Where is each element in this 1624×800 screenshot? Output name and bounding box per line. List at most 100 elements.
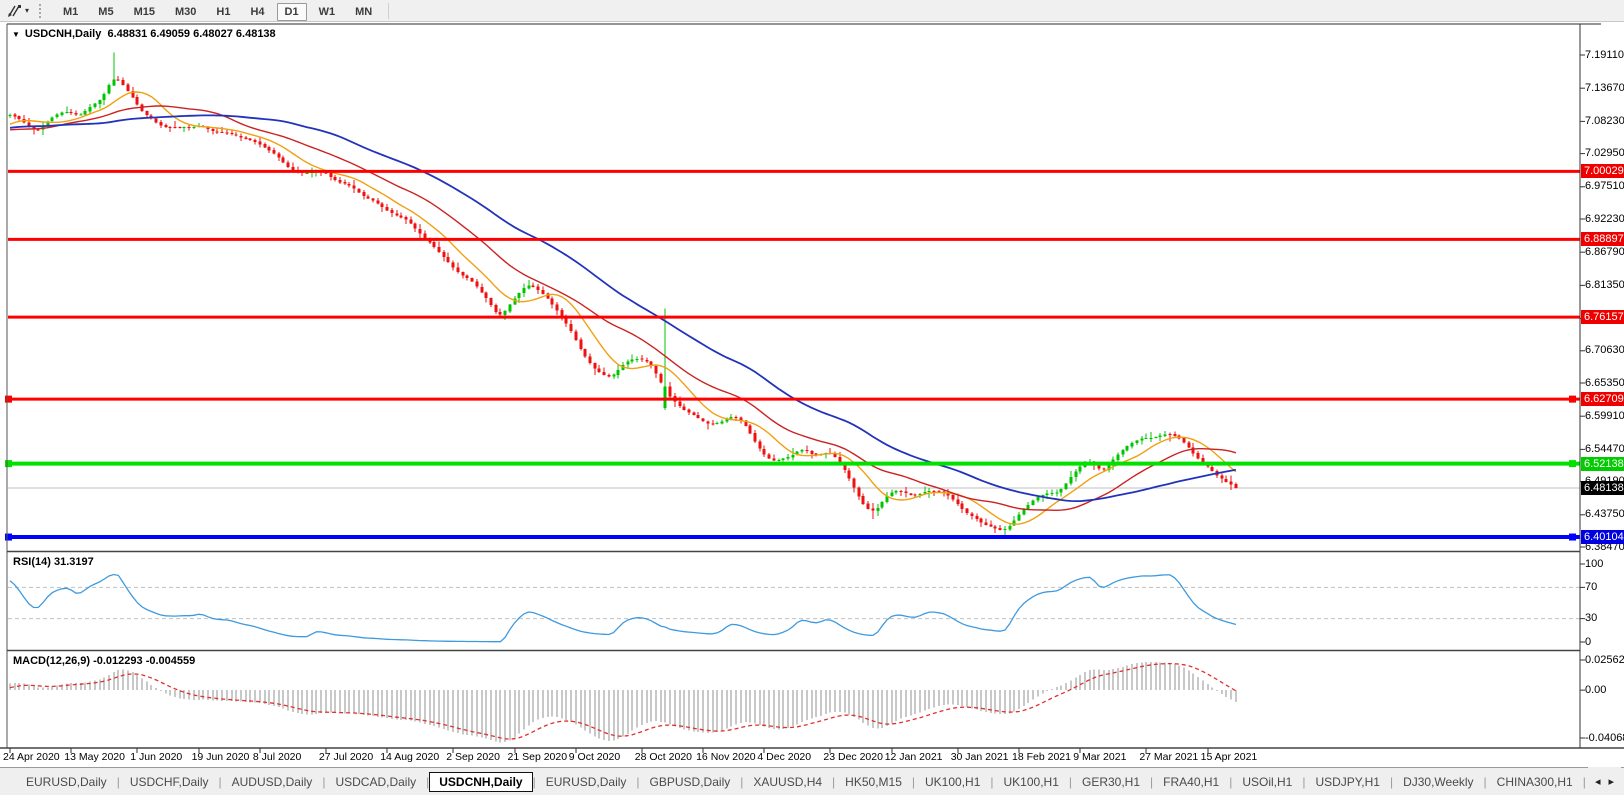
- collapse-icon[interactable]: ▼: [12, 30, 20, 39]
- toolbar-grip[interactable]: [39, 4, 44, 18]
- price-axis-label: 7.19110: [1585, 49, 1624, 62]
- date-axis-label: 13 May 2020: [64, 751, 125, 763]
- chart-symbol-period: USDCNH,Daily: [25, 28, 101, 40]
- date-axis-label: 12 Jan 2021: [885, 751, 943, 763]
- price-axis-label: 6.59910: [1585, 410, 1624, 423]
- toolbar-separator: [388, 3, 389, 19]
- symbol-tab-bar: EURUSD,Daily|USDCHF,Daily|AUDUSD,Daily|U…: [0, 767, 1624, 795]
- hline-handle-left[interactable]: [5, 460, 12, 467]
- symbol-tab-dj30-weekly[interactable]: DJ30,Weekly: [1393, 772, 1483, 792]
- symbol-tab-usdcnh-daily[interactable]: USDCNH,Daily: [429, 772, 532, 792]
- price-axis-label: 7.08230: [1585, 115, 1624, 128]
- timeframe-button-h4[interactable]: H4: [242, 3, 272, 21]
- symbol-tab-china300-h1[interactable]: CHINA300,H1: [1487, 772, 1583, 792]
- price-axis-label: 6.43750: [1585, 508, 1624, 521]
- price-axis-label: 6.92230: [1585, 213, 1624, 226]
- date-axis-label: 19 Jun 2020: [192, 751, 250, 763]
- date-axis-label: 24 Apr 2020: [3, 751, 60, 763]
- rsi-axis-label: 0: [1585, 636, 1591, 649]
- price-axis-label: 6.86790: [1585, 246, 1624, 259]
- symbol-tab-uk100-h1[interactable]: UK100,H1: [994, 772, 1069, 792]
- top-toolbar: ▾ M1M5 M15M30H1H4 D1W1MN: [0, 0, 1624, 22]
- price-axis-label: 7.02950: [1585, 147, 1624, 160]
- symbol-tab-eurusd-daily[interactable]: EURUSD,Daily: [536, 772, 637, 792]
- macd-label: MACD(12,26,9) -0.012293 -0.004559: [13, 655, 195, 667]
- symbol-tab-usoil-h1[interactable]: USOil,H1: [1232, 772, 1302, 792]
- level-price-badge: 6.88897: [1581, 232, 1624, 246]
- hline-handle-right[interactable]: [1569, 460, 1576, 467]
- hline-handle-right[interactable]: [1569, 396, 1576, 403]
- symbol-tab-xauusd-h4[interactable]: XAUUSD,H4: [743, 772, 832, 792]
- level-price-badge: 6.52138: [1581, 457, 1624, 471]
- symbol-tab-hk50-m15[interactable]: HK50,M15: [835, 772, 912, 792]
- symbol-tab-usdjpy-h1[interactable]: USDJPY,H1: [1305, 772, 1389, 792]
- rsi-line: [10, 575, 1236, 642]
- date-axis-label: 27 Mar 2021: [1139, 751, 1198, 763]
- date-axis-label: 9 Mar 2021: [1073, 751, 1126, 763]
- date-axis-label: 15 Apr 2021: [1201, 751, 1258, 763]
- date-axis-label: 14 Aug 2020: [380, 751, 439, 763]
- rsi-axis-label: 30: [1585, 612, 1597, 625]
- timeframe-button-m30[interactable]: M30: [167, 3, 204, 21]
- macd-histogram: [10, 662, 1236, 743]
- symbol-tab-uk100-h1[interactable]: UK100,H1: [915, 772, 990, 792]
- level-price-badge: 6.62709: [1581, 392, 1624, 406]
- current-price-badge: 6.48138: [1581, 481, 1624, 495]
- symbol-tab-ger30-h1[interactable]: GER30,H1: [1072, 772, 1150, 792]
- cursor-dropdown-icon[interactable]: ▾: [25, 6, 29, 15]
- level-price-badge: 6.40104: [1581, 530, 1624, 544]
- timeframe-button-mn[interactable]: MN: [347, 3, 380, 21]
- date-axis-label: 23 Dec 2020: [823, 751, 883, 763]
- price-axis-label: 6.70630: [1585, 344, 1624, 357]
- price-axis-label: 6.97510: [1585, 180, 1624, 193]
- hline-handle-right[interactable]: [1569, 534, 1576, 541]
- timeframe-button-m15[interactable]: M15: [126, 3, 163, 21]
- price-axis-label: 6.65350: [1585, 377, 1624, 390]
- level-price-badge: 7.00029: [1581, 164, 1624, 178]
- chart-cursor-icon[interactable]: [4, 3, 24, 19]
- chart-canvas[interactable]: [0, 0, 1624, 800]
- symbol-tab-audusd-daily[interactable]: AUDUSD,Daily: [222, 772, 323, 792]
- timeframe-button-h1[interactable]: H1: [208, 3, 238, 21]
- tab-scroll-left-icon[interactable]: ◂: [1591, 773, 1605, 790]
- date-axis-label: 9 Oct 2020: [569, 751, 620, 763]
- chart-ohlc-readout: 6.48831 6.49059 6.48027 6.48138: [107, 28, 275, 40]
- timeframe-button-m5[interactable]: M5: [90, 3, 121, 21]
- hline-handle-left[interactable]: [5, 396, 12, 403]
- rsi-axis-label: 70: [1585, 581, 1597, 594]
- ma-50-line: [10, 115, 1236, 501]
- timeframe-buttons: M1M5 M15M30H1H4 D1W1MN: [53, 2, 382, 20]
- price-axis-label: 6.54470: [1585, 443, 1624, 456]
- symbol-tab-eurusd-daily[interactable]: EURUSD,Daily: [16, 772, 117, 792]
- macd-name: MACD(12,26,9): [13, 655, 90, 667]
- date-axis-label: 28 Oct 2020: [635, 751, 692, 763]
- timeframe-button-d1[interactable]: D1: [277, 3, 307, 21]
- symbol-tab-fra40-h1[interactable]: FRA40,H1: [1153, 772, 1229, 792]
- macd-axis-label: -0.040687: [1585, 732, 1624, 745]
- tab-scroll-right-icon[interactable]: ▸: [1604, 773, 1618, 790]
- hline-handle-left[interactable]: [5, 534, 12, 541]
- date-axis-label: 18 Feb 2021: [1012, 751, 1071, 763]
- date-axis-label: 27 Jul 2020: [319, 751, 373, 763]
- rsi-value: 31.3197: [54, 556, 94, 568]
- timeframe-button-w1[interactable]: W1: [311, 3, 344, 21]
- timeframe-button-m1[interactable]: M1: [55, 3, 86, 21]
- rsi-label: RSI(14) 31.3197: [13, 556, 94, 568]
- date-axis-label: 16 Nov 2020: [696, 751, 756, 763]
- macd-axis-label: 0.025623: [1585, 654, 1624, 667]
- symbol-tab-usdchf-daily[interactable]: USDCHF,Daily: [120, 772, 219, 792]
- macd-axis-label: 0.00: [1585, 684, 1606, 697]
- ma-10-line: [10, 92, 1236, 524]
- tab-scrollers: ◂ ▸: [1588, 767, 1621, 795]
- symbol-tab-gbpusd-daily[interactable]: GBPUSD,Daily: [640, 772, 741, 792]
- date-axis-label: 4 Dec 2020: [757, 751, 811, 763]
- date-axis-label: 2 Sep 2020: [446, 751, 500, 763]
- rsi-axis-label: 100: [1585, 558, 1603, 571]
- ma-25-line: [10, 106, 1236, 510]
- symbol-tab-usdcad-daily[interactable]: USDCAD,Daily: [325, 772, 426, 792]
- price-axis-label: 6.81350: [1585, 279, 1624, 292]
- date-axis-label: 1 Jun 2020: [130, 751, 182, 763]
- price-axis-label: 7.13670: [1585, 82, 1624, 95]
- date-axis-label: 30 Jan 2021: [951, 751, 1009, 763]
- level-price-badge: 6.76157: [1581, 310, 1624, 324]
